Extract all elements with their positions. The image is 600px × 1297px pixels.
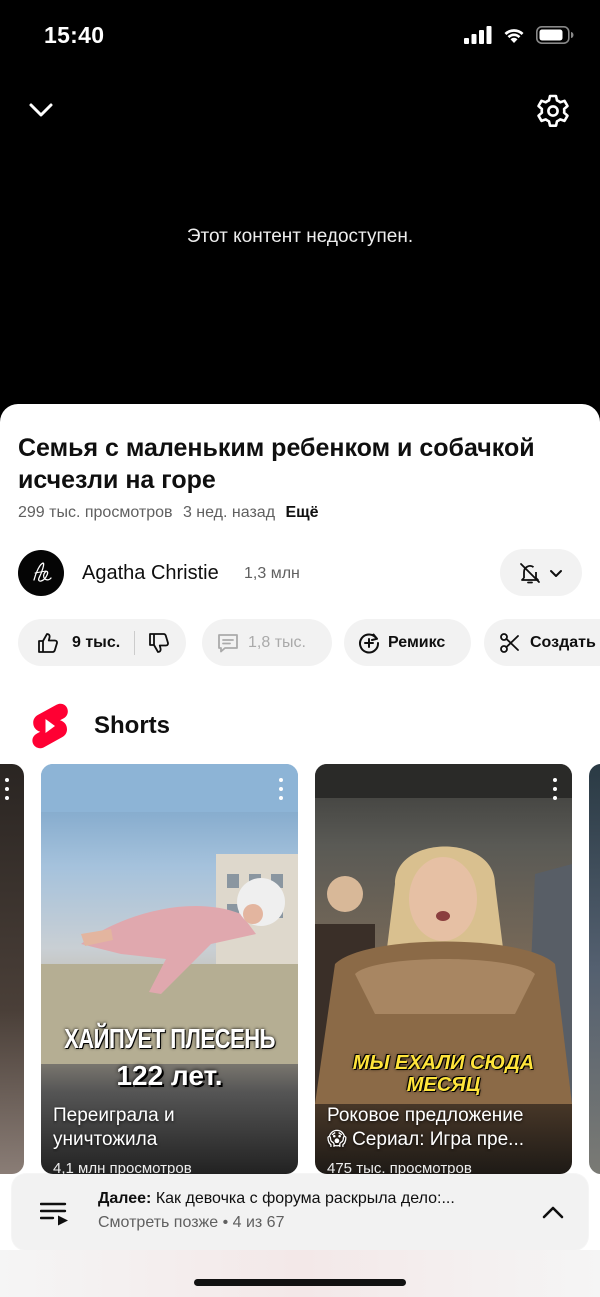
remix-button[interactable]: Ремикс bbox=[344, 619, 471, 666]
like-dislike-group: 9 тыс. bbox=[18, 619, 186, 666]
watch-sheet: Семья с маленьким ребенком и собачкой ис… bbox=[0, 404, 600, 1297]
remix-label: Ремикс bbox=[388, 633, 446, 651]
gear-icon[interactable] bbox=[536, 94, 570, 128]
wifi-icon bbox=[504, 29, 524, 43]
more-options-icon[interactable] bbox=[4, 778, 10, 800]
like-divider bbox=[134, 630, 136, 655]
notifications-button[interactable] bbox=[500, 549, 582, 596]
video-meta[interactable]: 299 тыс. просмотров 3 нед. назад Ещё bbox=[18, 504, 319, 522]
short-view-count: 4,1 млн просмотров bbox=[53, 1160, 192, 1174]
status-icons bbox=[464, 26, 574, 44]
short-title: Переиграла и уничтожила bbox=[53, 1105, 175, 1150]
video-player[interactable]: Этот контент недоступен. bbox=[0, 72, 600, 412]
channel-row: Agatha Christie 1,3 млн bbox=[18, 549, 582, 599]
subscriber-count: 1,3 млн bbox=[244, 565, 300, 582]
up-next-title: Далее: Как девочка с форума раскрыла дел… bbox=[98, 1190, 455, 1207]
remix-icon bbox=[356, 630, 382, 656]
battery-icon bbox=[536, 26, 574, 44]
home-indicator[interactable] bbox=[194, 1279, 406, 1286]
upload-date: 3 нед. назад bbox=[182, 504, 276, 521]
short-card[interactable]: ХАЙПУЕТ ПЛЕСЕНЬ 122 лет. Переиграла и ун… bbox=[41, 764, 298, 1174]
short-view-count: 475 тыс. просмотров bbox=[327, 1160, 472, 1174]
short-card[interactable]: МЫ ЕХАЛИ СЮДА МЕСЯЦ Роковое предложение … bbox=[315, 764, 572, 1174]
status-time: 15:40 bbox=[44, 22, 105, 48]
video-title[interactable]: Семья с маленьким ребенком и собачкой ис… bbox=[18, 432, 588, 496]
shorts-logo-icon bbox=[32, 703, 68, 749]
chevron-up-icon[interactable] bbox=[540, 1200, 566, 1226]
signature-logo-icon bbox=[33, 562, 52, 582]
comment-icon bbox=[216, 631, 240, 655]
create-clip-button[interactable]: Создать bbox=[484, 619, 600, 666]
scissors-icon bbox=[498, 631, 522, 655]
action-bar: 9 тыс. 1,8 тыс. Ремикс Создать bbox=[18, 619, 600, 666]
create-label: Создать bbox=[530, 633, 596, 651]
thumbs-up-icon[interactable] bbox=[36, 631, 60, 655]
thumbs-down-icon[interactable] bbox=[147, 631, 171, 655]
channel-avatar[interactable] bbox=[18, 550, 64, 596]
more-link[interactable]: Ещё bbox=[285, 504, 318, 521]
comments-button[interactable]: 1,8 тыс. bbox=[202, 619, 332, 666]
shorts-section-title: Shorts bbox=[94, 712, 171, 739]
short-card-partial-right[interactable] bbox=[589, 764, 600, 1174]
comment-count: 1,8 тыс. bbox=[248, 633, 306, 651]
short-thumbnail-caption: ХАЙПУЕТ ПЛЕСЕНЬ 122 лет. bbox=[64, 1022, 275, 1091]
up-next-bar[interactable]: Далее: Как девочка с форума раскрыла дел… bbox=[12, 1174, 588, 1250]
shorts-section-header: Shorts bbox=[30, 702, 170, 750]
playlist-queue-icon bbox=[40, 1202, 68, 1226]
status-bar: 15:40 bbox=[0, 0, 600, 72]
chevron-down-icon bbox=[550, 569, 562, 577]
shorts-carousel[interactable]: ХАЙПУЕТ ПЛЕСЕНЬ 122 лет. Переиграла и ун… bbox=[0, 764, 600, 1184]
short-title: Роковое предложение 😱 Сериал: Игра пре..… bbox=[327, 1105, 525, 1150]
short-thumbnail-caption: МЫ ЕХАЛИ СЮДА МЕСЯЦ bbox=[352, 1052, 535, 1096]
bottom-content-strip bbox=[0, 1250, 600, 1297]
short-card-partial-left[interactable] bbox=[0, 764, 24, 1174]
more-options-icon[interactable] bbox=[552, 778, 558, 800]
player-unavailable-message: Этот контент недоступен. bbox=[186, 226, 414, 247]
like-count[interactable]: 9 тыс. bbox=[72, 634, 120, 652]
view-count: 299 тыс. просмотров bbox=[18, 504, 173, 521]
more-options-icon[interactable] bbox=[278, 778, 284, 800]
bell-off-icon bbox=[520, 562, 540, 583]
short-thumbnail-illustration bbox=[41, 764, 298, 1064]
channel-name[interactable]: Agatha Christie bbox=[82, 562, 219, 585]
chevron-down-icon[interactable] bbox=[26, 94, 56, 124]
playlist-info: Смотреть позже • 4 из 67 bbox=[98, 1214, 285, 1231]
cellular-signal-icon bbox=[464, 26, 492, 44]
